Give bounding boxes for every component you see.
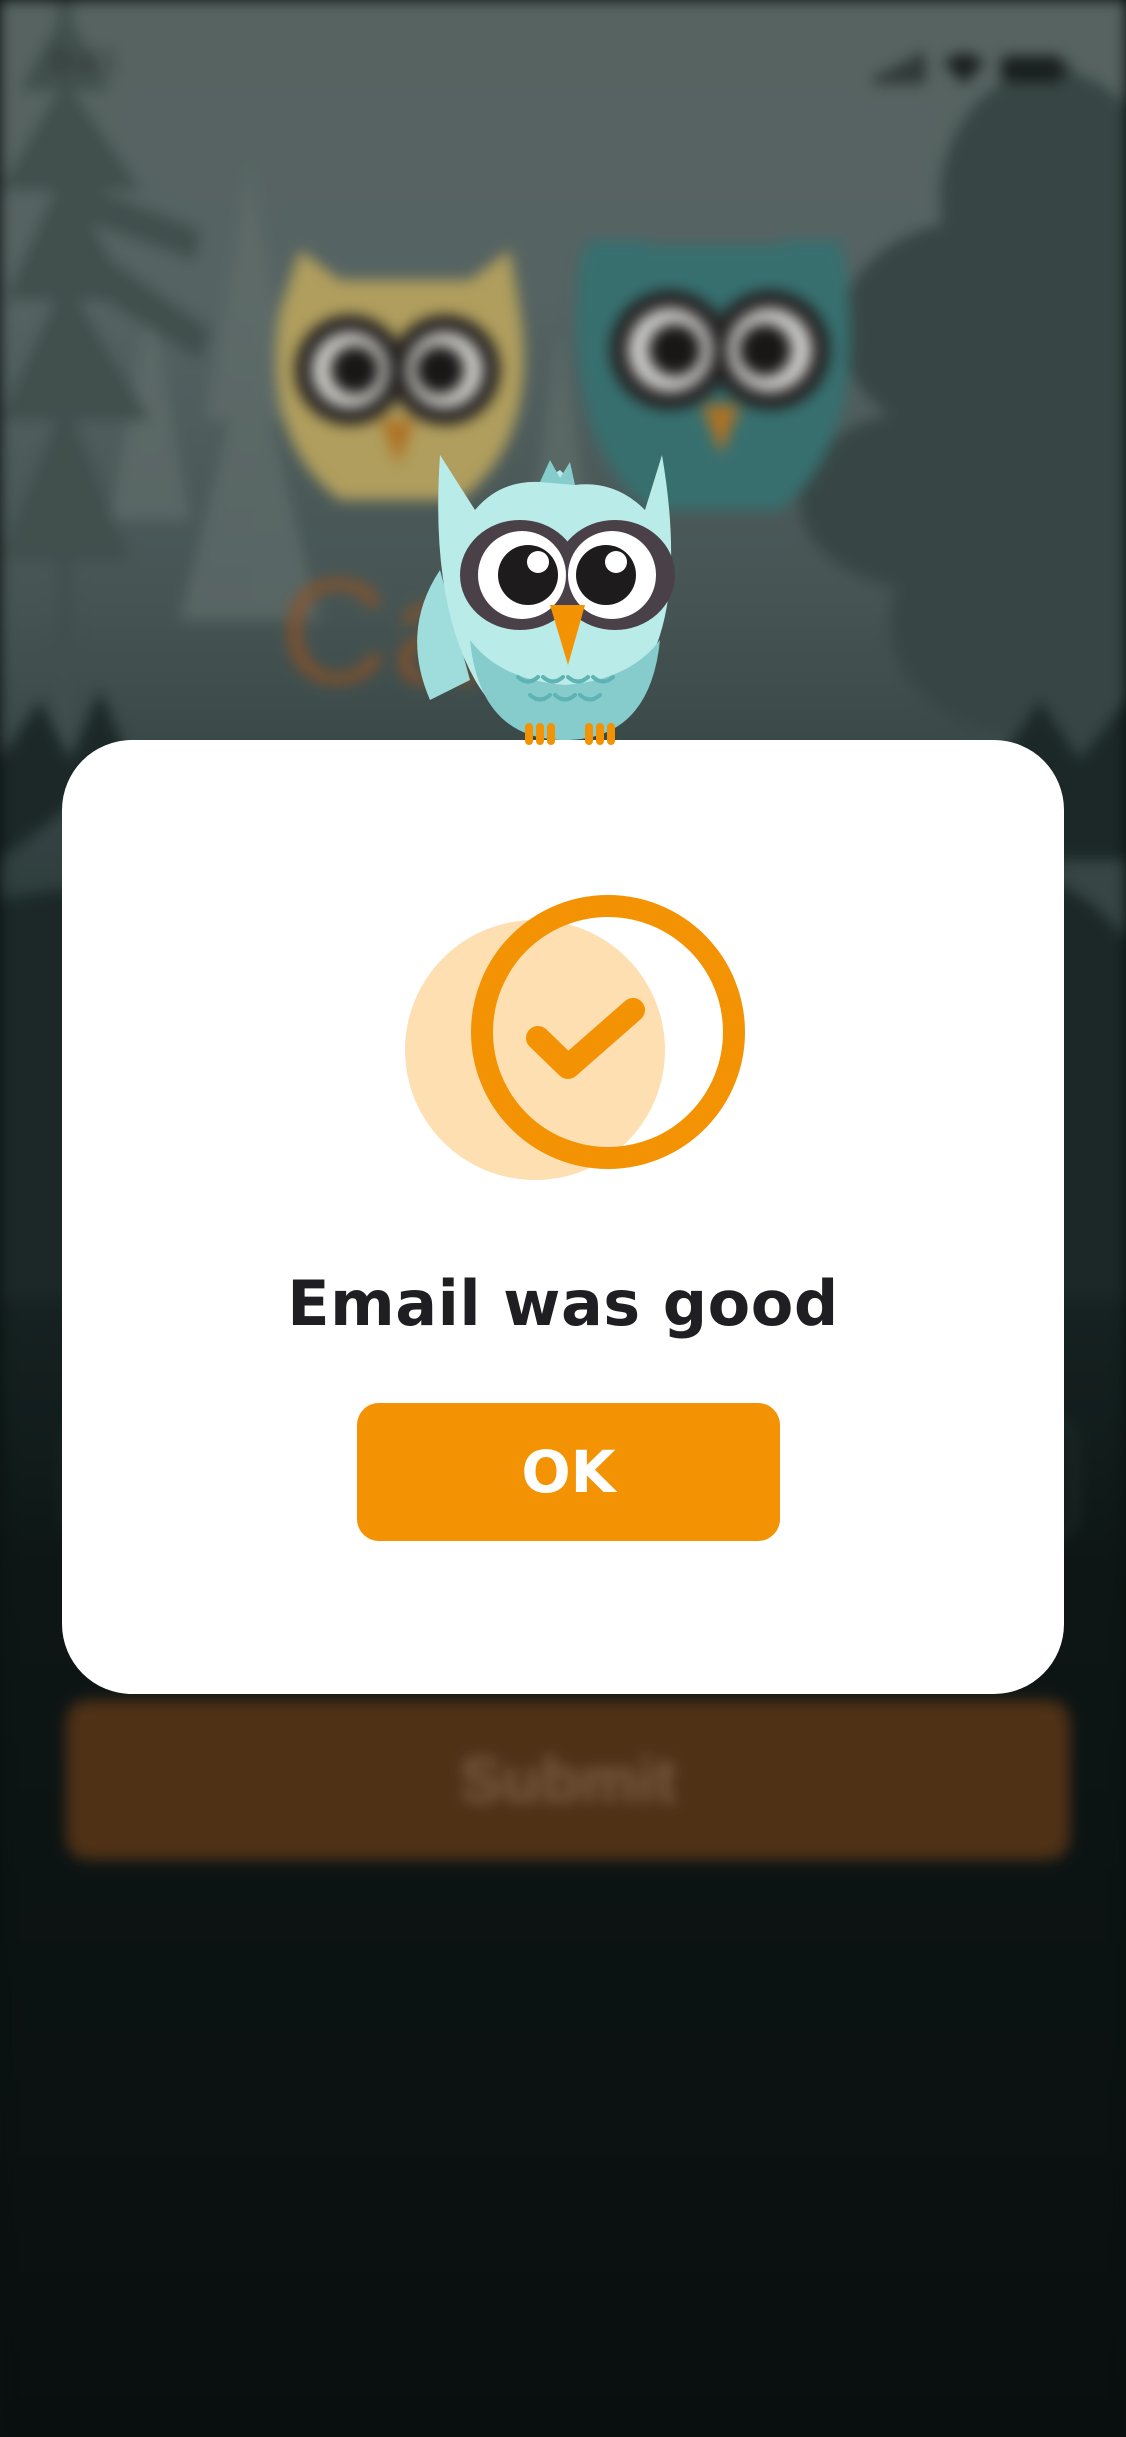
success-dialog: Email was good OK	[62, 740, 1064, 1694]
ok-button[interactable]: OK	[357, 1403, 780, 1541]
app-screen: 9:41 Ca Submit Email was good OK	[0, 0, 1126, 2437]
dialog-message: Email was good	[287, 1267, 839, 1340]
owl-mascot-icon	[417, 455, 675, 745]
check-circle-icon	[405, 895, 745, 1180]
